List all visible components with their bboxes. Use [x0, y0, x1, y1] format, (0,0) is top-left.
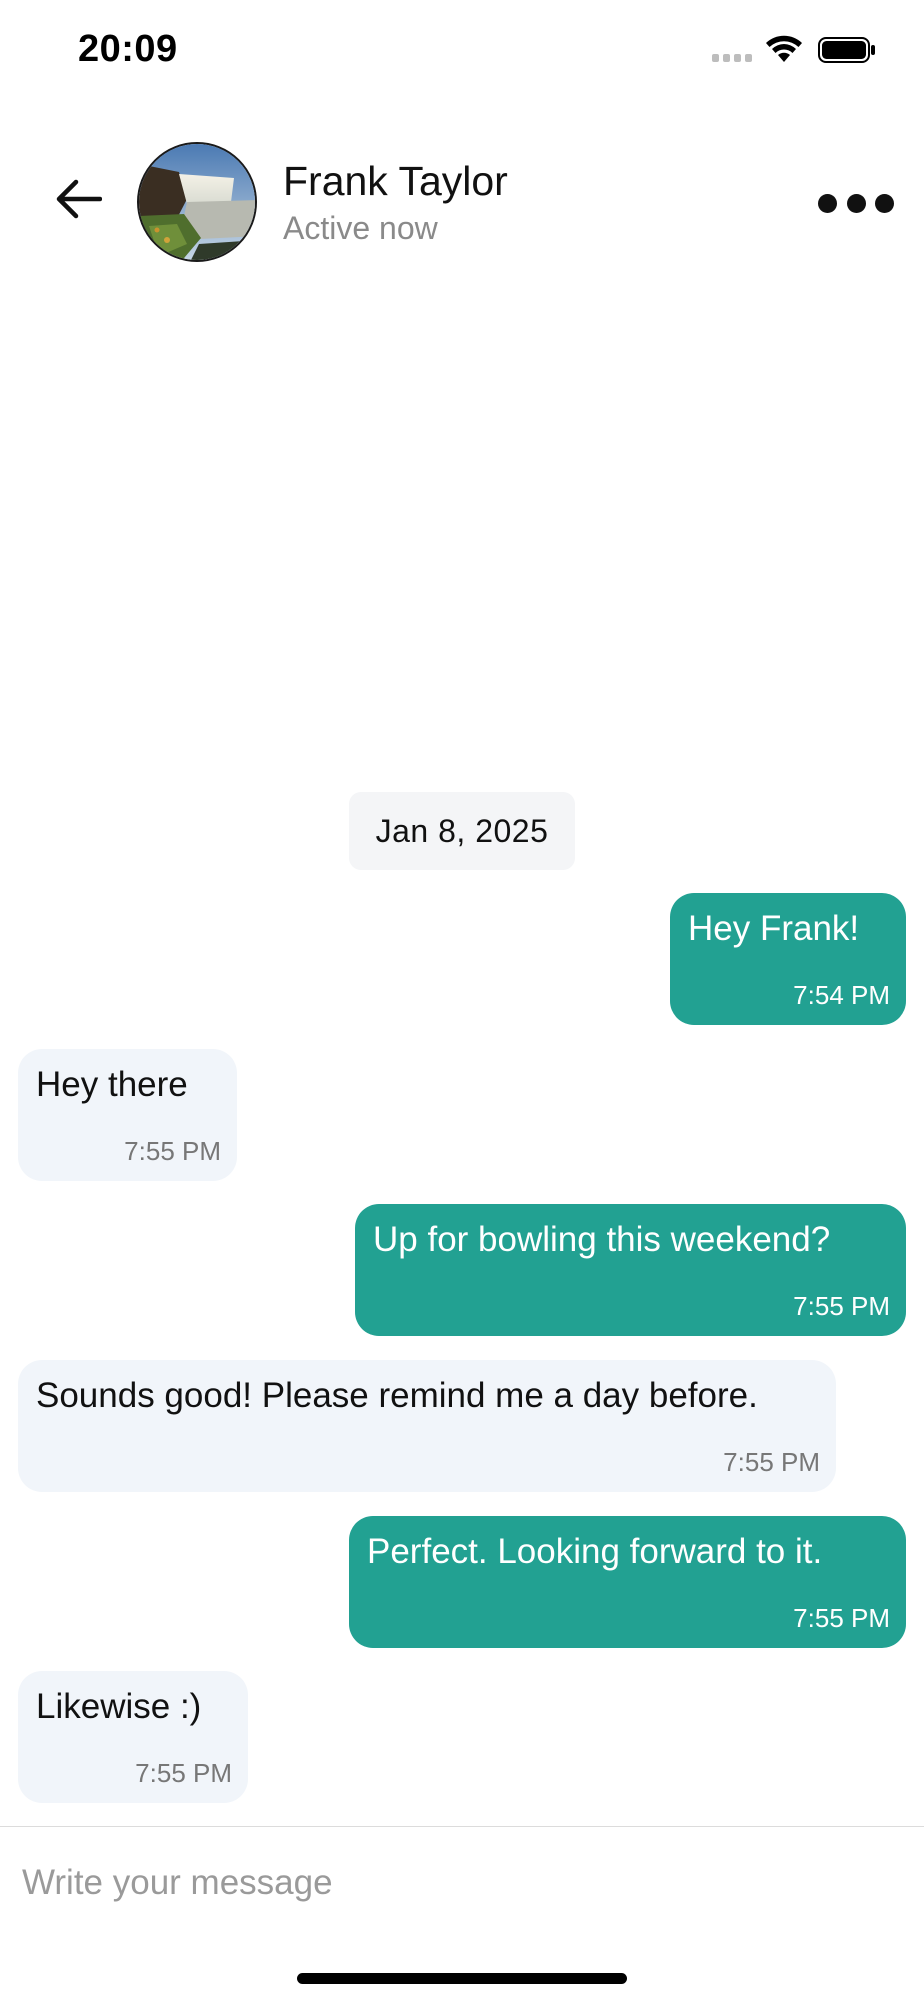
more-options-button[interactable] [818, 188, 894, 218]
message-bubble-outgoing[interactable]: Hey Frank! 7:54 PM [670, 893, 906, 1025]
arrow-left-icon [56, 179, 102, 219]
message-input[interactable] [22, 1855, 902, 1911]
chat-header: Frank Taylor Active now [0, 130, 924, 275]
message-time: 7:55 PM [135, 1758, 232, 1788]
message-composer [0, 1826, 924, 1936]
home-indicator[interactable] [297, 1973, 627, 1984]
battery-icon [818, 37, 875, 63]
message-time: 7:55 PM [793, 1603, 890, 1633]
cellular-signal-icon [712, 54, 754, 62]
message-time: 7:55 PM [124, 1136, 221, 1166]
message-text: Hey there [36, 1065, 188, 1104]
message-text: Likewise :) [36, 1687, 202, 1726]
message-time: 7:55 PM [793, 1291, 890, 1321]
date-separator: Jan 8, 2025 [349, 792, 575, 870]
status-time: 20:09 [78, 28, 178, 70]
status-bar: 20:09 [0, 0, 924, 100]
dot [846, 193, 866, 213]
message-text: Up for bowling this weekend? [373, 1220, 831, 1259]
contact-name: Frank Taylor [283, 158, 508, 204]
message-text: Perfect. Looking forward to it. [367, 1532, 823, 1571]
back-button[interactable] [50, 170, 108, 228]
contact-status: Active now [283, 210, 438, 246]
dot [875, 193, 894, 213]
message-text: Hey Frank! [688, 909, 860, 948]
message-bubble-incoming[interactable]: Hey there 7:55 PM [18, 1049, 237, 1181]
message-bubble-incoming[interactable]: Sounds good! Please remind me a day befo… [18, 1360, 836, 1492]
contact-photo [139, 144, 255, 260]
message-text: Sounds good! Please remind me a day befo… [36, 1376, 758, 1415]
wifi-icon [766, 35, 802, 62]
message-bubble-incoming[interactable]: Likewise :) 7:55 PM [18, 1671, 248, 1803]
message-time: 7:54 PM [793, 980, 890, 1010]
dot [818, 193, 837, 213]
message-bubble-outgoing[interactable]: Perfect. Looking forward to it. 7:55 PM [349, 1516, 906, 1648]
message-bubble-outgoing[interactable]: Up for bowling this weekend? 7:55 PM [355, 1204, 906, 1336]
message-time: 7:55 PM [723, 1447, 820, 1477]
avatar[interactable] [137, 142, 257, 262]
